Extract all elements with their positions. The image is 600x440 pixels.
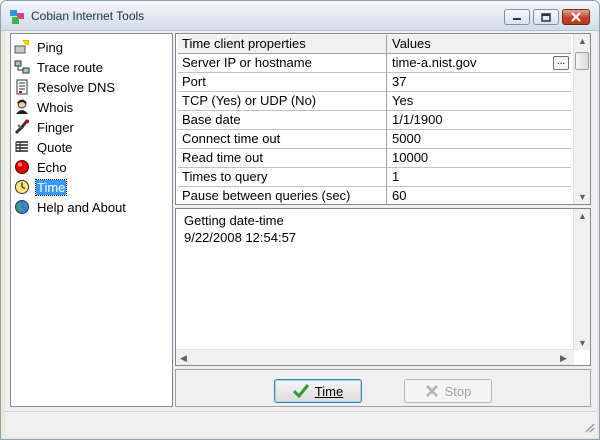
property-value[interactable]: time-a.nist.gov ...: [388, 54, 571, 73]
nav-item-trace-route[interactable]: Trace route: [14, 57, 164, 77]
globe-icon: [15, 200, 29, 214]
browse-button[interactable]: ...: [553, 56, 569, 70]
nav-item-label: Finger: [37, 119, 74, 135]
finger-icon: [14, 119, 29, 135]
nav-item-finger[interactable]: Finger: [14, 117, 164, 137]
nav-item-label: Time: [34, 178, 68, 196]
property-name: TCP (Yes) or UDP (No): [178, 92, 387, 111]
table-row[interactable]: Base date 1/1/1900: [178, 111, 571, 130]
log-line: 9/22/2008 12:54:57: [184, 230, 297, 245]
property-value[interactable]: 1/1/1900: [388, 111, 571, 130]
output-log[interactable]: Getting date-time 9/22/2008 12:54:57 ▲ ▼…: [175, 208, 591, 366]
nav-item-quote[interactable]: Quote: [14, 137, 164, 157]
property-value[interactable]: 1: [388, 168, 571, 187]
scroll-left-icon[interactable]: ◀: [180, 353, 187, 364]
log-line: Getting date-time: [184, 213, 284, 228]
action-bar: Time Stop: [175, 369, 591, 407]
nav-item-label: Echo: [37, 159, 67, 175]
nav-item-help-about[interactable]: Help and About: [14, 197, 164, 217]
property-name: Base date: [178, 111, 387, 130]
scroll-right-icon[interactable]: ▶: [560, 353, 567, 364]
stop-button[interactable]: Stop: [404, 379, 492, 403]
table-row[interactable]: Times to query 1: [178, 168, 571, 187]
ping-icon: [14, 40, 29, 54]
scroll-up-icon[interactable]: ▲: [578, 36, 587, 46]
property-value[interactable]: 37: [388, 73, 571, 92]
resolve-dns-icon: [16, 79, 28, 95]
nav-item-label: Ping: [37, 39, 64, 55]
property-value[interactable]: Yes: [388, 92, 571, 111]
nav-item-label: Help and About: [37, 199, 126, 215]
minimize-button[interactable]: [504, 9, 530, 25]
maximize-button[interactable]: [533, 9, 559, 25]
table-row[interactable]: Pause between queries (sec) 60: [178, 187, 571, 204]
maximize-icon: [541, 12, 551, 22]
property-name: Read time out: [178, 149, 387, 168]
nav-item-time[interactable]: Time: [14, 177, 164, 197]
echo-icon: [15, 160, 29, 174]
table-row[interactable]: Server IP or hostname time-a.nist.gov ..…: [178, 54, 571, 73]
property-value-text: time-a.nist.gov: [392, 55, 477, 70]
close-button[interactable]: [562, 9, 590, 25]
table-row[interactable]: Port 37: [178, 73, 571, 92]
app-window: Cobian Internet Tools Ping Trace route R…: [0, 0, 600, 440]
nav-item-resolve-dns[interactable]: Resolve DNS: [14, 77, 164, 97]
trace-route-icon: [14, 60, 30, 74]
time-button-label: Time: [314, 383, 344, 399]
scroll-down-icon[interactable]: ▼: [578, 192, 587, 202]
table-row[interactable]: Connect time out 5000: [178, 130, 571, 149]
log-vertical-scrollbar[interactable]: ▲ ▼: [573, 209, 590, 350]
minimize-icon: [513, 18, 521, 20]
app-icon: [10, 10, 24, 24]
nav-item-whois[interactable]: Whois: [14, 97, 164, 117]
nav-item-label: Whois: [37, 99, 74, 115]
window-title: Cobian Internet Tools: [31, 9, 145, 23]
log-horizontal-scrollbar[interactable]: ◀ ▶: [176, 349, 574, 365]
grid-header: Time client properties Values: [178, 35, 571, 54]
stop-button-label: Stop: [444, 383, 472, 399]
quote-icon: [15, 141, 28, 152]
clock-icon: [15, 180, 29, 194]
resize-grip-icon[interactable]: [583, 421, 595, 433]
property-name: Server IP or hostname: [178, 54, 387, 73]
nav-item-label: Quote: [37, 139, 73, 155]
column-header-value: Values: [392, 36, 431, 51]
time-button[interactable]: Time: [274, 379, 362, 403]
nav-item-echo[interactable]: Echo: [14, 157, 164, 177]
tool-list[interactable]: Ping Trace route Resolve DNS Whois Finge…: [10, 33, 173, 407]
property-value[interactable]: 5000: [388, 130, 571, 149]
properties-grid[interactable]: Time client properties Values Server IP …: [175, 33, 591, 205]
main-content: Ping Trace route Resolve DNS Whois Finge…: [5, 31, 597, 437]
tool-panel: Time client properties Values Server IP …: [175, 33, 593, 407]
property-name: Pause between queries (sec): [178, 187, 387, 204]
scroll-thumb[interactable]: [575, 52, 589, 70]
property-value[interactable]: 60: [388, 187, 571, 204]
table-row[interactable]: TCP (Yes) or UDP (No) Yes: [178, 92, 571, 111]
stop-x-icon: [425, 385, 438, 397]
property-value[interactable]: 10000: [388, 149, 571, 168]
nav-item-ping[interactable]: Ping: [14, 37, 164, 57]
property-name: Connect time out: [178, 130, 387, 149]
grid-scrollbar[interactable]: ▲ ▼: [573, 34, 590, 204]
title-bar[interactable]: Cobian Internet Tools: [1, 1, 599, 31]
status-bar: [5, 411, 597, 435]
whois-icon: [16, 99, 28, 114]
table-row[interactable]: Read time out 10000: [178, 149, 571, 168]
property-name: Port: [178, 73, 387, 92]
nav-item-label: Resolve DNS: [37, 79, 116, 95]
scroll-down-icon[interactable]: ▼: [578, 338, 587, 348]
close-icon: [571, 12, 581, 22]
checkmark-icon: [292, 384, 309, 398]
scroll-up-icon[interactable]: ▲: [578, 211, 587, 221]
column-header-property: Time client properties: [178, 35, 387, 54]
nav-item-label: Trace route: [37, 59, 103, 75]
property-name: Times to query: [178, 168, 387, 187]
